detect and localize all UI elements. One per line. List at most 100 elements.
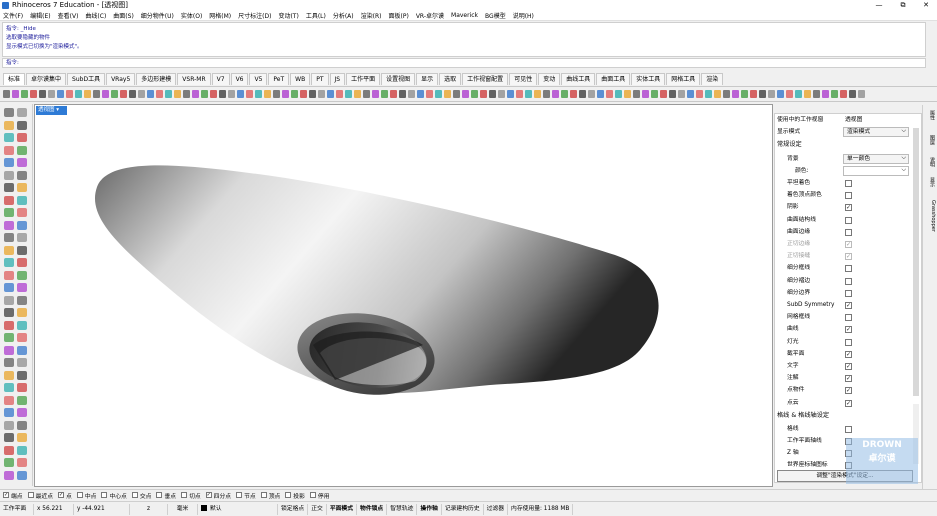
option-checkbox[interactable]: ✓ [845,363,852,370]
osnap-option[interactable]: 节点 [236,491,256,500]
option-checkbox[interactable] [845,277,852,285]
left-tool-icon[interactable] [17,170,27,180]
toolbar-tool-icon[interactable] [462,90,469,98]
osnap-option[interactable]: 投影 [285,491,305,500]
status-toggle[interactable]: 智慧轨迹 [387,503,418,515]
toolbar-tool-icon[interactable] [174,90,181,98]
toolbar-tool-icon[interactable] [219,90,226,98]
toolbar-tool-icon[interactable] [723,90,730,98]
toolbar-tab[interactable]: 选取 [439,73,462,85]
left-tool-icon[interactable] [17,183,27,192]
left-tool-icon[interactable] [17,108,27,117]
left-tool-icon[interactable] [17,333,27,342]
osnap-checkbox[interactable]: ✓ [205,492,212,498]
option-checkbox[interactable]: ✓ [845,350,852,358]
left-tool-icon[interactable] [17,320,27,330]
toolbar-tab[interactable]: PeT [268,73,290,85]
option-checkbox[interactable]: ✓ [845,375,852,383]
toolbar-tool-icon[interactable] [273,90,280,98]
side-tab[interactable]: 属性 [925,110,936,120]
toolbar-tool-icon[interactable] [390,90,397,98]
toolbar-tab[interactable]: 网格工具 [666,73,701,85]
toolbar-tool-icon[interactable] [588,90,595,98]
menu-item[interactable]: 实体(O) [181,11,202,20]
left-tool-icon[interactable] [4,120,14,130]
left-tool-icon[interactable] [17,395,27,405]
left-tool-icon[interactable] [17,308,27,317]
toolbar-tool-icon[interactable] [489,90,496,98]
toolbar-tool-icon[interactable] [201,90,208,98]
left-tool-icon[interactable] [4,158,14,167]
left-tool-icon[interactable] [17,133,27,142]
toolbar-tool-icon[interactable] [750,90,757,98]
option-checkbox[interactable]: ✓ [845,302,852,309]
toolbar-tool-icon[interactable] [210,90,217,98]
toolbar-tool-icon[interactable] [570,90,577,98]
left-tool-icon[interactable] [17,220,27,230]
menu-item[interactable]: 曲面(S) [113,11,134,20]
left-tool-icon[interactable] [4,245,14,255]
left-tool-icon[interactable] [17,458,27,467]
toolbar-tab[interactable]: 多边形建模 [136,73,177,85]
left-tool-icon[interactable] [4,170,14,180]
minimize-button[interactable]: — [868,0,890,10]
command-input[interactable]: 指令: [2,58,926,68]
toolbar-tab[interactable]: V5 [249,73,268,85]
status-toggle[interactable]: 内存使用量: 1188 MB [508,503,574,515]
toolbar-tool-icon[interactable] [471,90,478,98]
toolbar-tool-icon[interactable] [147,90,154,98]
toolbar-tool-icon[interactable] [354,90,361,98]
toolbar-tool-icon[interactable] [237,90,244,98]
toolbar-tab[interactable]: VRay5 [106,73,136,85]
left-tool-icon[interactable] [4,383,14,392]
left-tool-icon[interactable] [4,458,14,467]
menu-item[interactable]: 分析(A) [333,11,354,20]
menu-item[interactable]: 查看(V) [58,11,79,20]
toolbar-tool-icon[interactable] [579,90,586,98]
osnap-option[interactable]: ✓ 端点 [3,491,23,500]
toolbar-tab[interactable]: 工作平面 [346,73,381,85]
left-tool-icon[interactable] [4,320,14,330]
toolbar-tool-icon[interactable] [246,90,253,98]
toolbar-tool-icon[interactable] [417,90,424,98]
osnap-checkbox[interactable]: ✓ [3,492,9,498]
left-tool-icon[interactable] [4,208,14,217]
left-tool-icon[interactable] [17,295,27,305]
toolbar-tool-icon[interactable] [696,90,703,98]
toolbar-tool-icon[interactable] [435,90,442,98]
toolbar-tool-icon[interactable] [606,90,613,98]
toolbar-tool-icon[interactable] [372,90,379,98]
status-unit[interactable]: 毫米 [168,503,198,515]
toolbar-tool-icon[interactable] [732,90,739,98]
osnap-option[interactable]: 最近点 [27,491,53,500]
toolbar-tool-icon[interactable] [345,90,352,98]
left-tool-icon[interactable] [17,433,27,442]
toolbar-tool-icon[interactable] [30,90,37,98]
toolbar-tool-icon[interactable] [192,90,199,98]
toolbar-tool-icon[interactable] [426,90,433,98]
toolbar-tool-icon[interactable] [561,90,568,98]
left-tool-icon[interactable] [4,295,14,305]
osnap-option[interactable]: ✓ 点 [58,491,72,500]
osnap-option[interactable]: 中点 [76,491,96,500]
osnap-option[interactable]: 顶点 [260,491,280,500]
osnap-checkbox[interactable] [309,492,316,498]
left-tool-icon[interactable] [4,370,14,380]
toolbar-tool-icon[interactable] [327,90,334,98]
status-toggle[interactable]: 正交 [308,503,327,515]
osnap-option[interactable]: 垂点 [156,491,176,500]
osnap-checkbox[interactable] [101,492,108,498]
toolbar-tab[interactable]: 显示 [416,73,439,85]
toolbar-tab[interactable]: PT [311,73,329,85]
toolbar-tab[interactable]: V6 [230,73,249,85]
left-tool-icon[interactable] [17,245,27,255]
osnap-checkbox[interactable] [131,492,138,498]
toolbar-tool-icon[interactable] [498,90,505,98]
menu-item[interactable]: BG模型 [485,11,506,20]
toolbar-tool-icon[interactable] [453,90,460,98]
toolbar-tool-icon[interactable] [534,90,541,98]
toolbar-tool-icon[interactable] [597,90,604,98]
left-tool-icon[interactable] [4,108,14,117]
toolbar-tool-icon[interactable] [444,90,451,98]
toolbar-tool-icon[interactable] [300,90,307,98]
